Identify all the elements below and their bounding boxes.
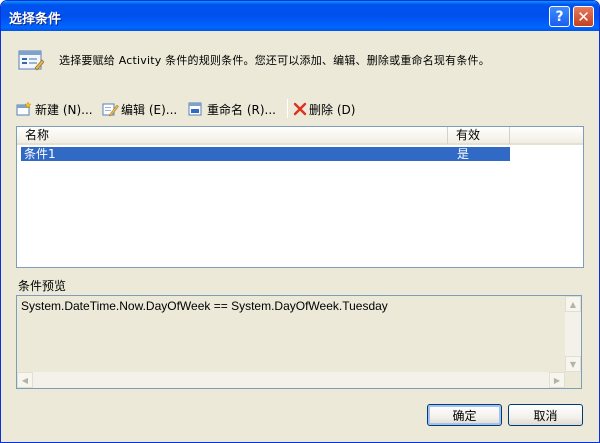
delete-label: 删除 (D)	[309, 102, 356, 117]
list-item-name: 条件1	[24, 147, 56, 161]
rename-button[interactable]: 重命名 (R)...	[187, 98, 276, 120]
delete-icon	[293, 102, 307, 116]
help-button[interactable]: ?	[549, 6, 570, 27]
list-header: 名称 有效	[17, 127, 583, 145]
edit-icon	[102, 103, 119, 117]
toolbar: 新建 (N)... 编辑 (E)... 重命名 (R)... 删除 (D)	[15, 98, 575, 120]
scroll-left-icon: ◀	[21, 375, 29, 385]
scroll-down-icon: ▼	[569, 359, 577, 369]
info-description: 选择要赋给 Activity 条件的规则条件。您还可以添加、编辑、删除或重命名现…	[59, 54, 490, 67]
close-icon: ✕	[577, 7, 590, 26]
new-label: 新建 (N)...	[35, 102, 93, 117]
horizontal-scrollbar[interactable]: ◀ ▶	[17, 372, 565, 388]
vertical-scrollbar[interactable]: ▲ ▼	[565, 296, 581, 372]
edit-label: 编辑 (E)...	[121, 102, 178, 117]
ok-button[interactable]: 确定	[427, 404, 502, 426]
new-icon	[16, 101, 32, 116]
conditions-list[interactable]: 名称 有效 条件1 是	[16, 126, 584, 268]
scrollbar-corner	[565, 372, 581, 388]
edit-button[interactable]: 编辑 (E)...	[101, 98, 177, 120]
toolbar-separator	[287, 99, 288, 118]
column-header-valid[interactable]: 有效	[448, 127, 510, 144]
rename-icon	[188, 102, 202, 116]
scroll-right-button[interactable]: ▶	[549, 372, 565, 388]
condition-rule-icon	[18, 50, 44, 71]
condition-preview-box[interactable]: System.DateTime.Now.DayOfWeek == System.…	[16, 295, 582, 389]
delete-button[interactable]: 删除 (D)	[293, 98, 355, 120]
scroll-up-button[interactable]: ▲	[565, 296, 581, 312]
scroll-down-button[interactable]: ▼	[565, 356, 581, 372]
close-button[interactable]: ✕	[573, 6, 594, 27]
rename-label: 重命名 (R)...	[207, 102, 276, 117]
list-item-valid: 是	[457, 147, 470, 161]
scroll-up-icon: ▲	[569, 299, 577, 309]
scroll-right-icon: ▶	[553, 375, 561, 385]
dialog-window: 选择条件 ? ✕ 选择要赋给 Activity 条件的规则条件。您还可以添加、编…	[0, 0, 600, 443]
preview-label: 条件预览	[18, 279, 67, 293]
title-bar[interactable]: 选择条件 ? ✕	[1, 1, 599, 31]
new-button[interactable]: 新建 (N)...	[15, 98, 93, 120]
list-item[interactable]: 条件1 是	[21, 147, 510, 161]
cancel-button[interactable]: 取消	[508, 404, 583, 426]
window-title: 选择条件	[9, 12, 62, 27]
condition-preview-text: System.DateTime.Now.DayOfWeek == System.…	[21, 299, 388, 313]
scroll-left-button[interactable]: ◀	[17, 372, 33, 388]
column-header-name[interactable]: 名称	[17, 127, 448, 144]
help-icon: ?	[555, 8, 564, 25]
